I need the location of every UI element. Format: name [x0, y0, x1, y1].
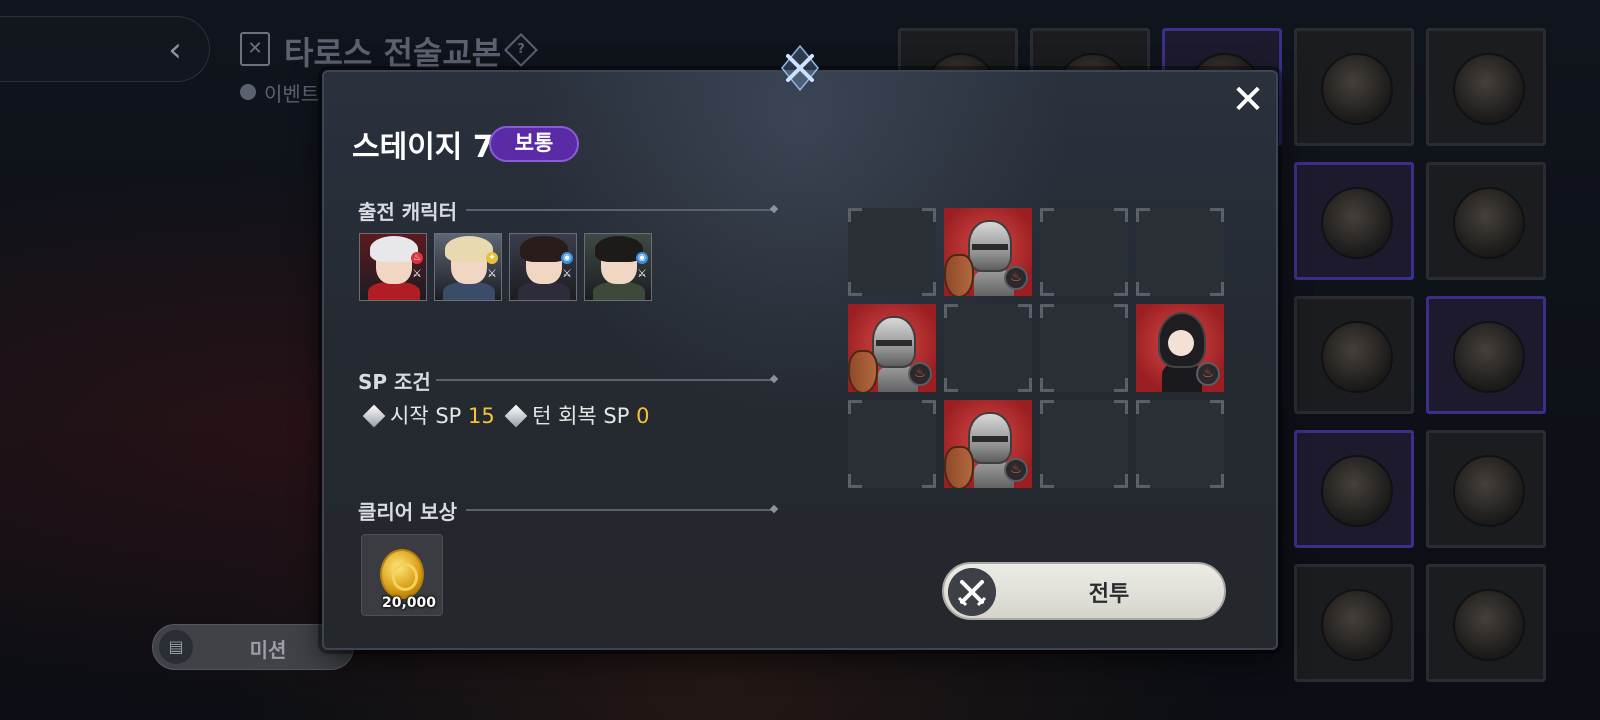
enemy-slot-knight: ♨ [944, 208, 1032, 296]
sword-icon: ⚔ [487, 267, 497, 280]
empty-slot [1136, 208, 1224, 296]
empty-slot [1136, 400, 1224, 488]
fire-element-icon: ♨ [908, 362, 932, 386]
start-sp-label: 시작 SP [390, 404, 462, 428]
close-button[interactable]: ✕ [1228, 80, 1268, 120]
fire-element-icon: ♨ [1196, 362, 1220, 386]
fire-element-icon: ♨ [1004, 266, 1028, 290]
character-portrait[interactable]: ♨ ⚔ [359, 233, 427, 301]
empty-slot [1040, 400, 1128, 488]
stage-title: 스테이지 7 [352, 130, 494, 165]
sword-icon: ⚔ [562, 267, 572, 280]
water-element-icon: ◉ [636, 252, 648, 264]
empty-slot [1040, 208, 1128, 296]
reward-item[interactable]: 20,000 [361, 534, 443, 616]
mission-label: 미션 [249, 638, 287, 662]
character-portrait[interactable]: ◉ ⚔ [509, 233, 577, 301]
section-divider [466, 509, 774, 511]
difficulty-badge: 보통 [489, 126, 579, 162]
character-portrait[interactable]: ✦ ⚔ [434, 233, 502, 301]
section-label-sp: SP 조건 [358, 370, 431, 394]
clipboard-icon: ▤ [159, 630, 193, 664]
clock-icon [240, 84, 256, 100]
reward-count: 20,000 [381, 595, 436, 611]
sword-icon: ⚔ [412, 267, 422, 280]
empty-slot [848, 400, 936, 488]
enemy-slot-knight: ♨ [944, 400, 1032, 488]
empty-slot [944, 304, 1032, 392]
character-portrait[interactable]: ◉ ⚔ [584, 233, 652, 301]
section-label-characters: 출전 캐릭터 [358, 200, 457, 224]
battle-button[interactable]: 전투 [942, 562, 1226, 620]
section-divider [436, 379, 774, 381]
water-element-icon: ◉ [561, 252, 573, 264]
sp-conditions: 시작 SP 15 턴 회복 SP 0 [362, 400, 650, 430]
battle-label: 전투 [1088, 582, 1130, 607]
crossed-swords-emblem-icon [781, 44, 819, 92]
turn-sp-label: 턴 회복 SP [532, 404, 630, 428]
empty-slot [1040, 304, 1128, 392]
empty-slot [848, 208, 936, 296]
gold-coin-icon [380, 549, 424, 599]
enemy-slot-knight: ♨ [848, 304, 936, 392]
fire-element-icon: ♨ [411, 252, 423, 264]
enemy-slot-witch: ♨ [1136, 304, 1224, 392]
sword-icon: ⚔ [637, 267, 647, 280]
page-title: 타로스 전술교본 [284, 34, 502, 72]
light-element-icon: ✦ [486, 252, 498, 264]
fire-element-icon: ♨ [1004, 458, 1028, 482]
back-arrow-icon[interactable]: ‹ [160, 32, 190, 68]
event-subtitle: 이벤트 [264, 82, 320, 106]
diamond-icon [362, 404, 386, 428]
turn-sp-value: 0 [636, 404, 650, 428]
book-icon: ✕ [240, 32, 270, 66]
section-divider [466, 209, 774, 211]
diamond-icon [504, 404, 528, 428]
crossed-swords-icon [948, 568, 996, 616]
section-label-reward: 클리어 보상 [358, 500, 457, 524]
start-sp-value: 15 [468, 404, 495, 428]
